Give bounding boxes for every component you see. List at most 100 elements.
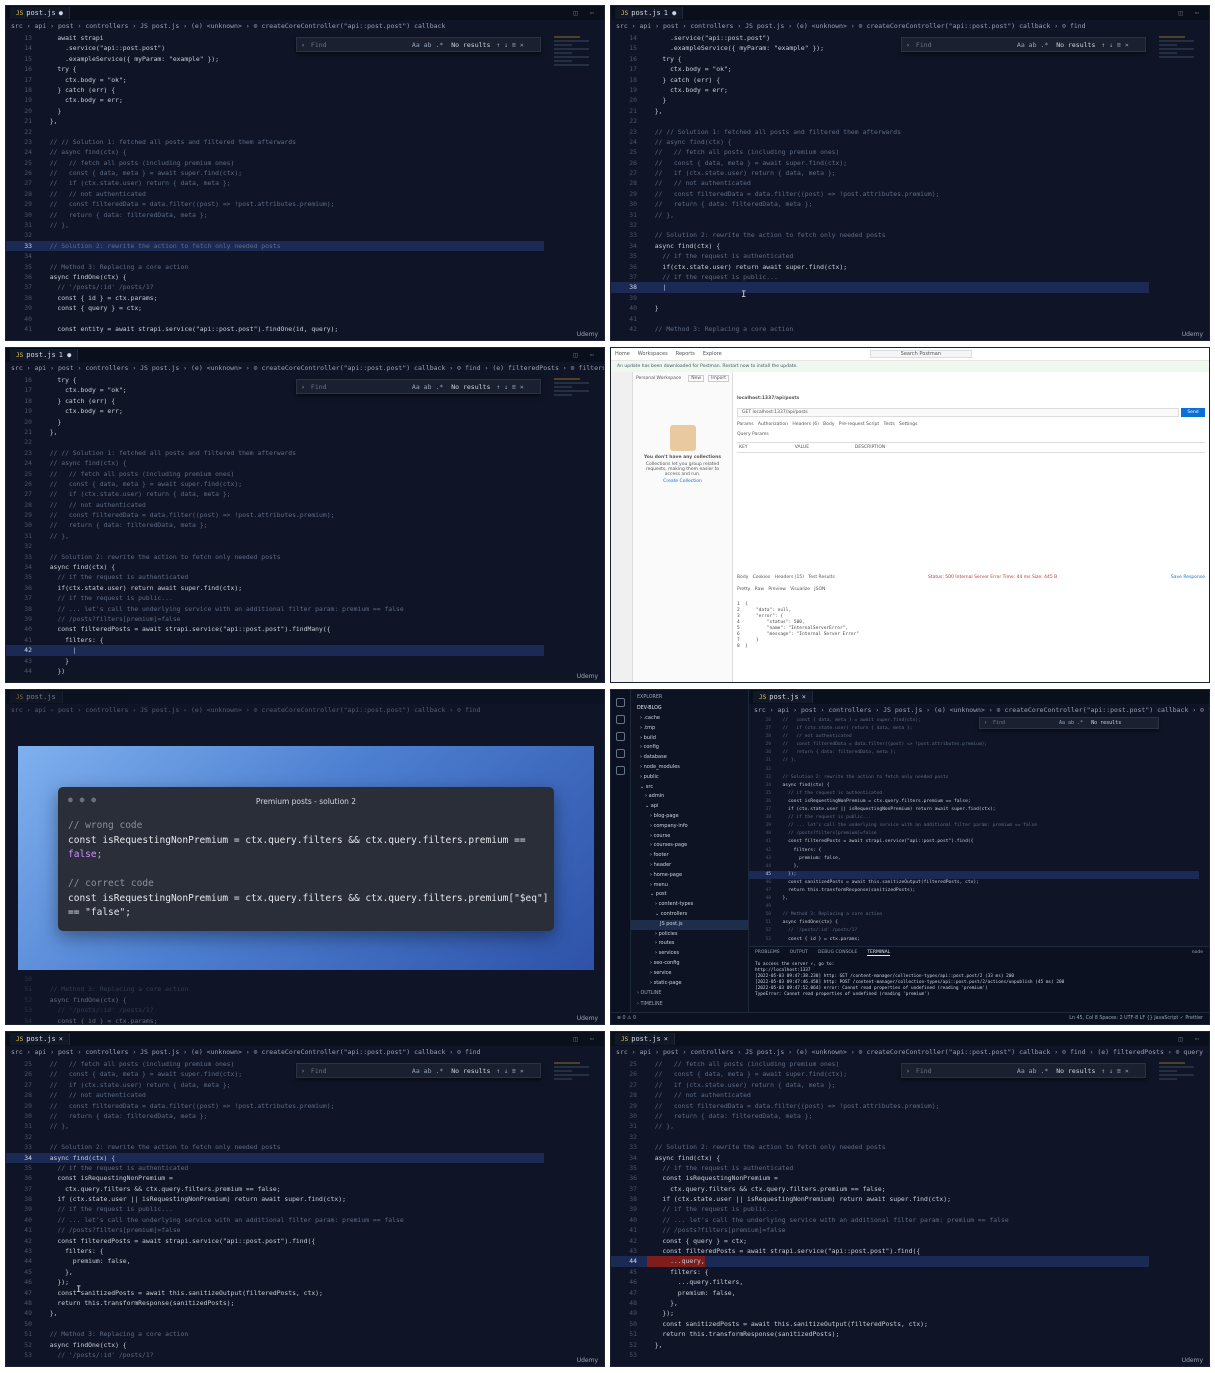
breadcrumb[interactable]: src › api › post › controllers › JS post… <box>6 1046 604 1058</box>
request-tabs[interactable]: Params Authorization Headers (6) Body Pr… <box>737 422 917 427</box>
split-editor-icon[interactable]: ◫ ⋯ <box>573 351 598 359</box>
code-line[interactable]: 40 } <box>611 303 1149 313</box>
code-area[interactable]: 16 try {17 ctx.body = "ok"; 18 } catch (e… <box>6 375 544 682</box>
code-line[interactable]: 39 // ... let's call the underlying serv… <box>749 822 1199 830</box>
code-line[interactable]: 26 // const { data, meta } = await super… <box>6 479 544 489</box>
find-input[interactable]: Find <box>311 1067 406 1075</box>
code-line[interactable]: 31 // }, <box>611 210 1149 220</box>
code-line[interactable]: 50 <box>6 1319 544 1329</box>
find-options[interactable]: Aa ab .* <box>412 41 443 49</box>
code-line[interactable]: 45 }, <box>6 1267 544 1277</box>
project-root[interactable]: DEV-BLOG <box>631 703 748 714</box>
code-line[interactable]: 23 // // Solution 1: fetched all posts a… <box>6 137 544 147</box>
save-response-button[interactable]: Save Response <box>1171 575 1205 580</box>
tree-item[interactable]: › home-page <box>631 871 748 881</box>
tree-item[interactable]: › course <box>631 832 748 842</box>
code-line[interactable]: 34 async find(ctx) { <box>6 1152 544 1163</box>
tree-item[interactable]: ⌄ src <box>631 783 748 793</box>
url-input[interactable]: localhost:1337/api/posts <box>753 410 808 415</box>
breadcrumb[interactable]: src › api › post › controllers › JS post… <box>6 20 604 32</box>
code-area[interactable]: 25 // // fetch all posts (including prem… <box>6 1059 544 1366</box>
code-line[interactable]: 33 // Solution 2: rewrite the action to … <box>6 1142 544 1152</box>
timeline-section[interactable]: › TIMELINE <box>631 999 748 1010</box>
code-line[interactable]: 40 // ... let's call the underlying serv… <box>611 1215 1149 1225</box>
code-line[interactable]: 35 // Method 3: Replacing a core action <box>6 262 544 272</box>
code-line[interactable]: 31 // }, <box>6 531 544 541</box>
code-line[interactable]: 42 // Method 3: Replacing a core action <box>611 324 1149 334</box>
code-line[interactable]: 44 }, <box>749 863 1199 871</box>
code-line[interactable]: 17 ctx.body = "ok"; <box>6 75 544 85</box>
code-line[interactable]: 41 const filteredPosts = await strapi.se… <box>749 838 1199 846</box>
minimap[interactable] <box>554 376 598 436</box>
code-line[interactable]: 53 // '/posts/:id' /posts/1? <box>6 1350 544 1360</box>
code-line[interactable]: 36 if(ctx.state.user) return await super… <box>6 583 544 593</box>
tree-item[interactable]: › node_modules <box>631 763 748 773</box>
code-line[interactable]: 36 const isRequestingNonPremium = ctx.qu… <box>749 798 1199 806</box>
code-line[interactable]: 16 try { <box>611 54 1149 64</box>
code-line[interactable]: 37 // '/posts/:id' /posts/1? <box>6 282 544 292</box>
search-icon[interactable] <box>616 715 625 724</box>
code-line[interactable]: 50 const sanitizedPosts = await this.san… <box>611 1319 1149 1329</box>
code-line[interactable]: 31 // }, <box>6 220 544 230</box>
code-line[interactable]: 18 } catch (err) { <box>611 75 1149 85</box>
code-line[interactable]: 24 // async find(ctx) { <box>611 137 1149 147</box>
find-nav-icons[interactable]: ↑ ↓ ≡ × <box>496 1067 523 1075</box>
code-line[interactable]: 43 } <box>6 656 544 666</box>
code-line[interactable]: 20 } <box>6 417 544 427</box>
code-line[interactable]: 38 if (ctx.state.user || isRequestingNon… <box>611 1194 1149 1204</box>
split-editor-icon[interactable]: ◫ ⋯ <box>573 9 598 17</box>
find-input[interactable]: Find <box>916 41 1011 49</box>
find-input[interactable]: Find <box>311 41 406 49</box>
code-line[interactable]: 32 <box>6 1132 544 1142</box>
code-line[interactable]: 46 ...query.filters, <box>611 1277 1149 1287</box>
code-line[interactable]: 41 <box>611 314 1149 324</box>
split-editor-icon[interactable]: ◫ ⋯ <box>1178 1035 1203 1043</box>
code-line[interactable]: 38 // ... let's call the underlying serv… <box>6 604 544 614</box>
code-line[interactable]: 32 <box>611 1132 1149 1142</box>
status-right[interactable]: Ln 45, Col 8 Spaces: 2 UTF-8 LF {} JavaS… <box>1069 1016 1203 1021</box>
code-line[interactable]: 37 if (ctx.state.user || isRequestingNon… <box>749 806 1199 814</box>
tree-item[interactable]: › seo-config <box>631 959 748 969</box>
code-line[interactable]: 18 } catch (err) { <box>6 85 544 95</box>
code-line[interactable]: 51 async findOne(ctx) { <box>749 919 1199 927</box>
find-input[interactable]: Find <box>993 720 1053 726</box>
code-line[interactable]: 51 return this.transformResponse(sanitiz… <box>611 1329 1149 1339</box>
code-line[interactable]: 39 // /posts?filters[premium]=false <box>6 614 544 624</box>
code-line[interactable]: 48 return this.transformResponse(sanitiz… <box>6 1298 544 1308</box>
code-line[interactable]: 53 // '/posts/:id' /posts/1? <box>6 1005 544 1015</box>
close-icon[interactable]: × <box>59 1035 63 1043</box>
code-line[interactable]: 37 ctx.query.filters && ctx.query.filter… <box>6 1184 544 1194</box>
tree-item[interactable]: › static-page <box>631 979 748 989</box>
code-line[interactable]: 39 // if the request is public... <box>611 1204 1149 1214</box>
code-line[interactable]: 32 <box>6 541 544 551</box>
code-line[interactable]: 28 // // not authenticated <box>749 733 1199 741</box>
code-line[interactable]: 34 <box>6 251 544 261</box>
code-line[interactable]: 42 | <box>6 645 544 656</box>
code-line[interactable]: 48 }, <box>611 1298 1149 1308</box>
code-line[interactable]: 52 async findOne(ctx) { <box>6 1340 544 1350</box>
breadcrumb[interactable]: src › api › post › controllers › JS post… <box>611 20 1209 32</box>
code-line[interactable]: 33 // Solution 2: rewrite the action to … <box>749 774 1199 782</box>
code-line[interactable]: 53 const { id } = ctx.params; <box>749 936 1199 944</box>
code-line[interactable]: 26 // const { data, meta } = await super… <box>611 158 1149 168</box>
extensions-icon[interactable] <box>616 766 625 775</box>
code-line[interactable]: 16 try { <box>6 64 544 74</box>
toggle-replace-icon[interactable]: › <box>984 720 987 726</box>
code-line[interactable]: 49 <box>749 903 1199 911</box>
tree-item[interactable]: › blog-page <box>631 812 748 822</box>
code-line[interactable]: 24 // async find(ctx) { <box>6 458 544 468</box>
tab-post-js[interactable]: JS post.js 1 ● <box>10 349 79 361</box>
toggle-replace-icon[interactable]: › <box>301 383 305 391</box>
tree-item[interactable]: › build <box>631 734 748 744</box>
debug-icon[interactable] <box>616 749 625 758</box>
code-area[interactable]: 14 .service("api::post.post") 15 .example… <box>611 33 1149 340</box>
code-line[interactable]: 19 ctx.body = err; <box>611 85 1149 95</box>
code-line[interactable]: 29 // const filteredData = data.filter((… <box>6 510 544 520</box>
code-line[interactable]: 52 }, <box>611 1340 1149 1350</box>
code-line[interactable]: 44 premium: false, <box>6 1256 544 1266</box>
minimap[interactable] <box>554 1060 598 1120</box>
code-line[interactable]: 29 // const filteredData = data.filter((… <box>749 741 1199 749</box>
code-line[interactable]: 28 // // not authenticated <box>6 1090 544 1100</box>
code-line[interactable]: 22 <box>6 127 544 137</box>
method-select[interactable]: GET <box>742 410 751 415</box>
